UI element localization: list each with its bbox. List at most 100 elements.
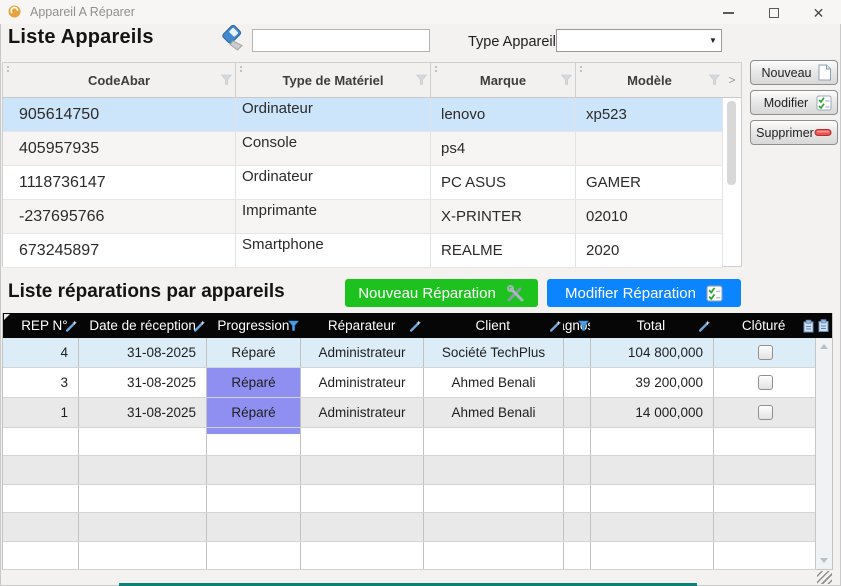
empty-cell <box>79 428 207 455</box>
scrollbar-thumb[interactable] <box>727 101 736 185</box>
empty-cell <box>564 485 591 512</box>
empty-cell <box>564 428 591 455</box>
column-header-codeabar[interactable]: CodeAbar <box>3 63 236 97</box>
reparation-row[interactable]: 331-08-2025RéparéAdministrateurAhmed Ben… <box>3 368 817 398</box>
appareil-row[interactable]: -237695766ImprimanteX-PRINTER02010 <box>3 200 723 234</box>
appareil-row[interactable]: 405957935Consoleps4 <box>3 132 723 166</box>
supprimer-button[interactable]: Supprimer <box>750 120 838 145</box>
empty-cell <box>714 542 817 569</box>
empty-cell <box>3 542 79 569</box>
grid-filter-corner[interactable] <box>3 313 10 338</box>
cloture-checkbox[interactable] <box>758 345 773 360</box>
empty-row[interactable] <box>3 542 817 570</box>
filter-funnel-icon[interactable] <box>416 75 427 86</box>
filter-funnel-icon[interactable] <box>288 320 299 331</box>
cell-type-materiel: Smartphone <box>236 234 431 267</box>
cell-client: Ahmed Benali <box>424 398 564 427</box>
empty-row[interactable] <box>3 513 817 541</box>
column-header-rep-n[interactable]: REP N° <box>10 313 79 338</box>
nouveau-reparation-button[interactable]: Nouveau Réparation <box>345 279 538 307</box>
reparation-row[interactable]: 131-08-2025RéparéAdministrateurAhmed Ben… <box>3 398 817 428</box>
empty-cell <box>79 485 207 512</box>
column-header-marque[interactable]: Marque <box>431 63 576 97</box>
column-header-diagnostic[interactable]: Diagnostic <box>563 313 590 338</box>
filter-funnel-icon[interactable] <box>709 75 720 86</box>
cloture-checkbox[interactable] <box>758 405 773 420</box>
empty-cell <box>301 485 424 512</box>
reparations-heading: Liste réparations par appareils <box>8 281 285 303</box>
empty-cell <box>424 485 564 512</box>
column-header-r-parateur[interactable]: Réparateur <box>300 313 423 338</box>
type-appareil-label: Type Appareil <box>468 34 556 50</box>
resize-grip[interactable] <box>817 571 832 584</box>
barcode-scanner-icon <box>218 25 248 58</box>
filter-funnel-icon[interactable] <box>561 75 572 86</box>
column-header-client[interactable]: Client <box>423 313 563 338</box>
reparation-row[interactable]: 431-08-2025RéparéAdministrateurSociété T… <box>3 338 817 368</box>
column-header-cl-tur[interactable]: Clôturé <box>712 313 815 338</box>
appareil-row[interactable]: 905614750Ordinateurlenovoxp523 <box>3 98 723 132</box>
appareils-grid-scrollbar[interactable] <box>722 98 741 266</box>
drag-handle-icon <box>7 66 9 68</box>
search-wand-icon[interactable] <box>193 319 206 332</box>
button-label: Supprimer <box>756 126 814 140</box>
grid-options-corner[interactable] <box>815 313 832 338</box>
cell-reparateur: Administrateur <box>301 368 424 397</box>
column-header-progression[interactable]: Progression <box>207 313 301 338</box>
column-label: Type de Matériel <box>283 73 384 88</box>
close-button[interactable]: ✕ <box>796 0 841 26</box>
drag-handle-icon <box>580 66 582 68</box>
search-wand-icon[interactable] <box>409 319 422 332</box>
empty-cell <box>3 485 79 512</box>
filter-funnel-icon[interactable] <box>578 320 589 331</box>
clipboard-icon[interactable] <box>803 319 814 332</box>
empty-cell <box>424 456 564 483</box>
cell-modele: xp523 <box>576 98 723 131</box>
empty-row[interactable] <box>3 428 817 456</box>
reparations-grid-scrollbar[interactable] <box>815 338 832 569</box>
column-label: CodeAbar <box>88 73 150 88</box>
minimize-button[interactable] <box>706 0 751 26</box>
column-header-date-de-r-ception[interactable]: Date de réception <box>79 313 207 338</box>
search-wand-icon[interactable] <box>549 319 562 332</box>
cell-progression: Réparé <box>207 398 301 427</box>
more-columns-indicator[interactable]: > <box>723 63 741 97</box>
app-icon <box>8 5 21 18</box>
button-label: Nouveau <box>756 66 817 80</box>
cell-marque: lenovo <box>431 98 576 131</box>
scroll-up-icon[interactable] <box>820 344 828 349</box>
cell-code-abar: 405957935 <box>3 132 236 165</box>
appareil-row[interactable]: 1118736147OrdinateurPC ASUSGAMER <box>3 166 723 200</box>
cloture-checkbox[interactable] <box>758 375 773 390</box>
appareil-row[interactable]: 673245897SmartphoneREALME2020 <box>3 234 723 268</box>
reparations-grid: REP N°Date de réceptionProgressionRépara… <box>2 313 833 570</box>
search-wand-icon[interactable] <box>65 319 78 332</box>
modifier-button[interactable]: Modifier <box>750 90 838 115</box>
cell-date-reception: 31-08-2025 <box>79 338 207 367</box>
column-header-total[interactable]: Total <box>590 313 713 338</box>
modifier-reparation-button[interactable]: Modifier Réparation <box>547 279 741 307</box>
empty-row[interactable] <box>3 456 817 484</box>
empty-cell <box>301 513 424 540</box>
column-header-mod-le[interactable]: Modèle <box>576 63 723 97</box>
nouveau-button[interactable]: Nouveau <box>750 60 838 85</box>
maximize-button[interactable] <box>751 0 796 26</box>
type-appareil-select[interactable]: ▼ <box>556 29 722 52</box>
empty-cell <box>3 513 79 540</box>
search-input[interactable] <box>252 29 430 52</box>
cell-total: 39 200,000 <box>591 368 714 397</box>
search-wand-icon[interactable] <box>698 319 711 332</box>
cell-code-abar: 905614750 <box>3 98 236 131</box>
cell-cloture <box>714 398 817 427</box>
cell-cloture <box>714 368 817 397</box>
delete-minus-icon <box>814 128 832 137</box>
cell-total: 14 000,000 <box>591 398 714 427</box>
appareils-actions: Nouveau Modifier Supprimer <box>750 60 838 150</box>
scroll-down-icon[interactable] <box>820 558 828 563</box>
column-header-type-de-mat-riel[interactable]: Type de Matériel <box>236 63 431 97</box>
empty-row[interactable] <box>3 485 817 513</box>
empty-cell <box>301 456 424 483</box>
button-label: Modifier <box>756 96 816 110</box>
filter-funnel-icon[interactable] <box>221 75 232 86</box>
empty-cell <box>3 428 79 455</box>
